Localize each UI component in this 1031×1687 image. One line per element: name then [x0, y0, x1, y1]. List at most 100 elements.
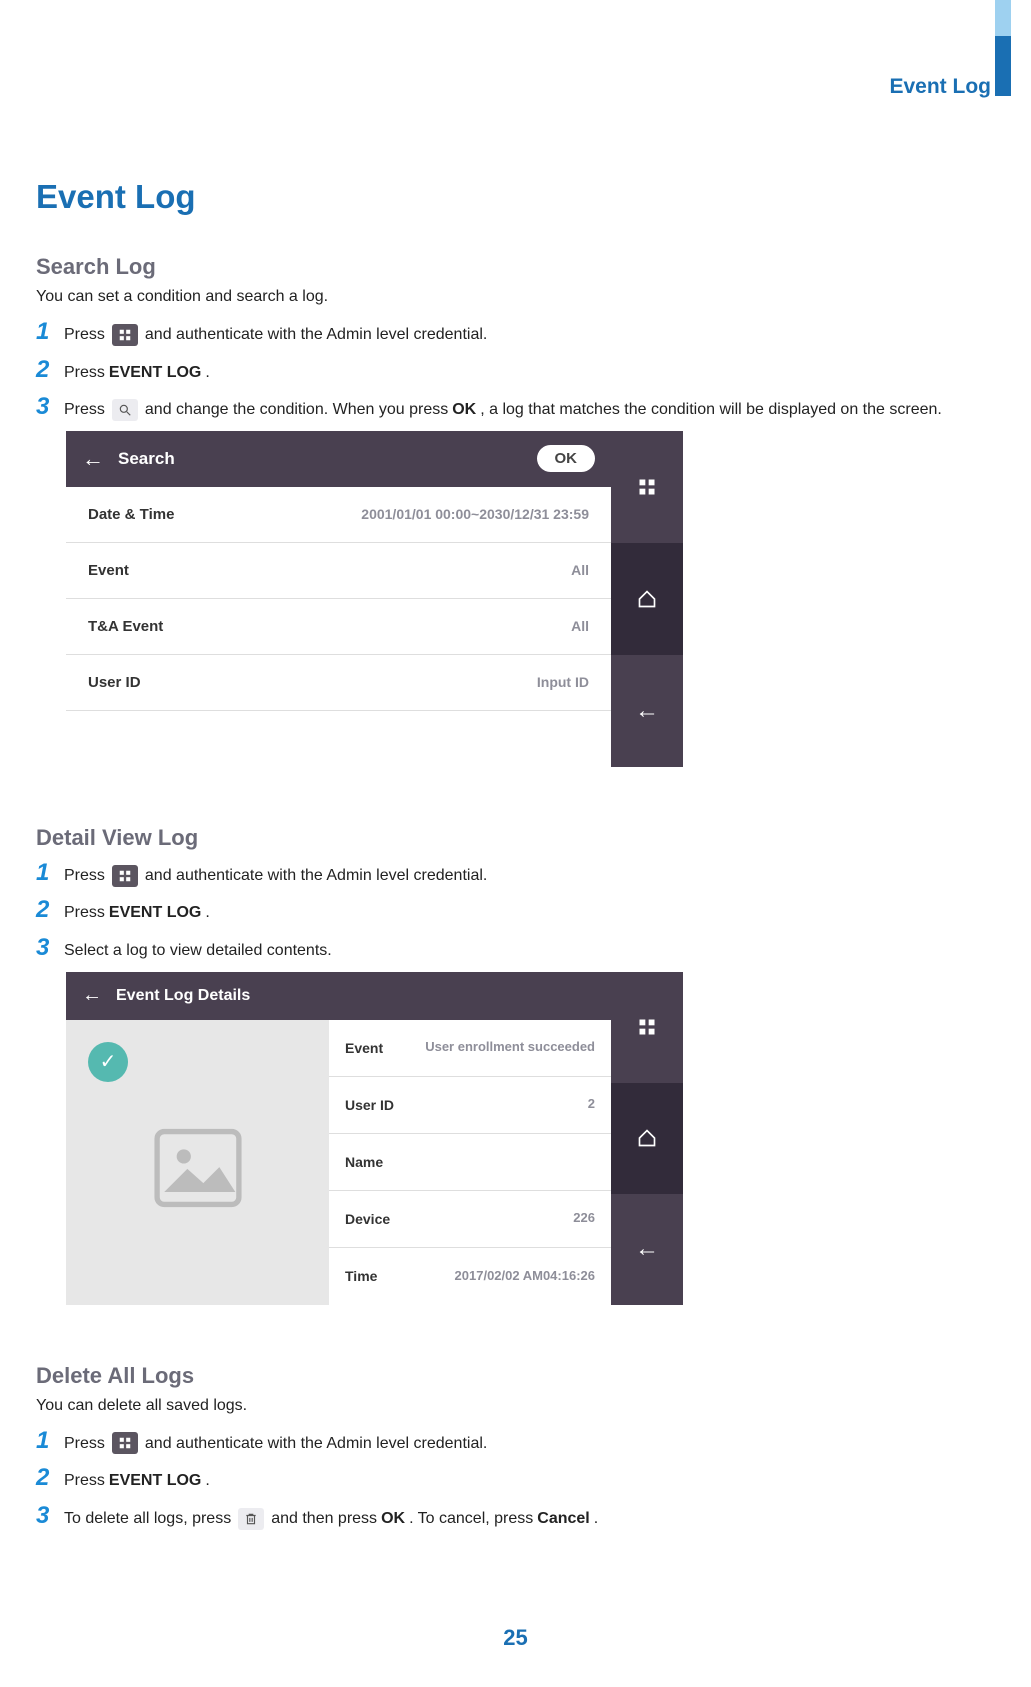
text-bold: OK [452, 397, 476, 423]
side-home-button[interactable] [611, 1083, 683, 1194]
apps-icon [112, 1432, 138, 1454]
page-number: 25 [0, 1625, 1031, 1651]
detail-step-1: 1 Press and authenticate with the Admin … [36, 859, 991, 889]
step-number: 3 [36, 393, 64, 421]
mock-row-user-id[interactable]: User ID Input ID [66, 655, 611, 711]
row-value: Input ID [537, 674, 589, 690]
step-text: Select a log to view detailed contents. [64, 934, 332, 964]
text: To delete all logs, press [64, 1506, 231, 1532]
step-number: 1 [36, 318, 64, 346]
text-bold: EVENT LOG [109, 360, 201, 386]
mock-body: ✓ Event User enrollment succeeded User I… [66, 1020, 611, 1305]
delete-step-1: 1 Press and authenticate with the Admin … [36, 1427, 991, 1457]
mock-spacer [66, 711, 611, 767]
row-value: All [571, 618, 589, 634]
mock-back[interactable]: ← Search [82, 446, 175, 472]
image-placeholder-icon [153, 1128, 243, 1208]
mock-row-ta-event[interactable]: T&A Event All [66, 599, 611, 655]
step-number: 2 [36, 1464, 64, 1492]
text: , a log that matches the condition will … [480, 397, 942, 423]
delete-all-intro: You can delete all saved logs. [36, 1397, 991, 1415]
step-number: 2 [36, 896, 64, 924]
row-label: Time [345, 1268, 377, 1284]
side-home-button[interactable] [611, 543, 683, 655]
back-arrow-icon[interactable]: ← [82, 984, 102, 1007]
detail-step-2: 2 Press EVENT LOG. [36, 896, 991, 926]
search-icon [112, 399, 138, 421]
trash-icon [238, 1508, 264, 1530]
detail-row-time: Time 2017/02/02 AM04:16:26 [329, 1248, 611, 1305]
text: Press [64, 322, 105, 348]
detail-view-heading: Detail View Log [36, 825, 991, 851]
step-number: 3 [36, 1502, 64, 1530]
text: Press [64, 900, 105, 926]
row-label: Date & Time [88, 506, 174, 523]
detail-row-device: Device 226 [329, 1191, 611, 1248]
delete-step-2: 2 Press EVENT LOG. [36, 1464, 991, 1494]
page-tab-light [995, 0, 1011, 36]
delete-step-3: 3 To delete all logs, press and then pre… [36, 1502, 991, 1532]
mock-header: ← Search OK [66, 431, 611, 487]
text: . To cancel, press [409, 1506, 533, 1532]
step-number: 3 [36, 934, 64, 962]
row-label: User ID [345, 1097, 394, 1113]
back-arrow-icon: ← [635, 1235, 659, 1263]
text-bold: OK [381, 1506, 405, 1532]
mock-title: Search [118, 449, 175, 469]
step-text: Press EVENT LOG. [64, 896, 210, 926]
mock-header: ← Event Log Details [66, 972, 611, 1020]
side-apps-button[interactable] [611, 972, 683, 1083]
text: . [594, 1506, 598, 1532]
text: Press [64, 863, 105, 889]
side-back-button[interactable]: ← [611, 655, 683, 767]
step-text: Press and authenticate with the Admin le… [64, 318, 487, 348]
text: . [205, 360, 209, 386]
search-step-3: 3 Press and change the condition. When y… [36, 393, 991, 423]
search-mockup: ← Search OK Date & Time 2001/01/01 00:00… [66, 431, 683, 767]
row-value: 2017/02/02 AM04:16:26 [455, 1268, 595, 1285]
detail-row-name: Name [329, 1134, 611, 1191]
mock-title: Event Log Details [116, 987, 250, 1005]
detail-step-3: 3 Select a log to view detailed contents… [36, 934, 991, 964]
text: Press [64, 1431, 105, 1457]
mock-main: ← Event Log Details ✓ Event User enrollm… [66, 972, 611, 1305]
text-bold: Cancel [537, 1506, 589, 1532]
row-label: Name [345, 1154, 383, 1170]
row-value: 226 [573, 1210, 595, 1227]
back-arrow-icon: ← [635, 697, 659, 725]
text: . [205, 1468, 209, 1494]
page-tab-dark [995, 36, 1011, 96]
text: Press [64, 1468, 105, 1494]
delete-all-heading: Delete All Logs [36, 1363, 991, 1389]
row-value: 2 [588, 1096, 595, 1113]
detail-row-event: Event User enrollment succeeded [329, 1020, 611, 1077]
text: and authenticate with the Admin level cr… [145, 1431, 487, 1457]
detail-mockup: ← Event Log Details ✓ Event User enrollm… [66, 972, 683, 1305]
mock-left-panel: ✓ [66, 1020, 329, 1305]
text: and then press [271, 1506, 377, 1532]
text: and change the condition. When you press [145, 397, 448, 423]
back-arrow-icon: ← [82, 446, 104, 472]
search-log-heading: Search Log [36, 254, 991, 280]
row-value: All [571, 562, 589, 578]
step-number: 2 [36, 356, 64, 384]
mock-row-event[interactable]: Event All [66, 543, 611, 599]
mock-right-panel: Event User enrollment succeeded User ID … [329, 1020, 611, 1305]
ok-button[interactable]: OK [537, 445, 596, 472]
row-value: 2001/01/01 00:00~2030/12/31 23:59 [361, 506, 589, 522]
side-apps-button[interactable] [611, 431, 683, 543]
row-label: Event [345, 1040, 383, 1056]
side-back-button[interactable]: ← [611, 1194, 683, 1305]
row-label: T&A Event [88, 618, 163, 635]
step-number: 1 [36, 1427, 64, 1455]
header-section-label: Event Log [889, 75, 991, 99]
step-text: Press and change the condition. When you… [64, 393, 942, 423]
row-label: Device [345, 1211, 390, 1227]
text-bold: EVENT LOG [109, 1468, 201, 1494]
step-text: Press EVENT LOG. [64, 1464, 210, 1494]
mock-main: ← Search OK Date & Time 2001/01/01 00:00… [66, 431, 611, 767]
text: . [205, 900, 209, 926]
search-step-1: 1 Press and authenticate with the Admin … [36, 318, 991, 348]
step-text: Press and authenticate with the Admin le… [64, 1427, 487, 1457]
mock-row-date[interactable]: Date & Time 2001/01/01 00:00~2030/12/31 … [66, 487, 611, 543]
